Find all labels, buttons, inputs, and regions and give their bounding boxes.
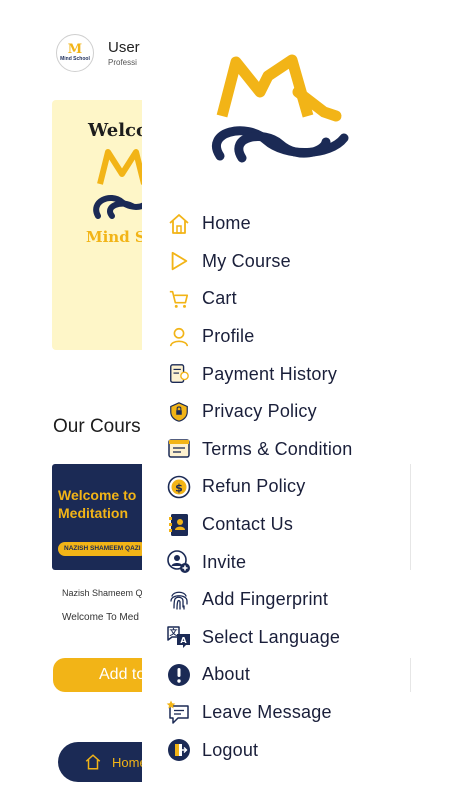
play-icon	[166, 248, 192, 274]
contact-book-icon	[166, 512, 192, 538]
course-card-title: Welcome to Meditation	[58, 486, 136, 522]
menu-item-home[interactable]: Home	[166, 205, 352, 243]
svg-text:A: A	[180, 636, 187, 645]
menu-item-label: Terms & Condition	[202, 438, 353, 459]
menu-item-label: Profile	[202, 326, 255, 347]
logout-icon	[166, 737, 192, 763]
user-role: Professi	[108, 58, 137, 67]
svg-text:$: $	[175, 481, 183, 494]
menu-item-label: Select Language	[202, 626, 341, 647]
course-card-badge: NAZISH SHAMEEM QAZI	[58, 542, 147, 556]
menu-item-label: Cart	[202, 288, 237, 309]
menu-item-terms[interactable]: Terms & Condition	[166, 431, 352, 469]
menu-item-refund-policy[interactable]: $ Refun Policy	[166, 468, 352, 506]
menu-item-about[interactable]: About	[166, 656, 352, 694]
course-name: Welcome To Med	[62, 612, 139, 623]
menu-item-label: Invite	[202, 551, 247, 572]
refund-icon: $	[166, 474, 192, 500]
courses-heading: Our Cours	[53, 416, 141, 437]
language-icon: 文A	[166, 624, 192, 650]
shield-icon	[166, 399, 192, 425]
invite-user-icon	[166, 549, 192, 575]
user-info: User Professi	[108, 39, 140, 67]
hero-caption: Mind S	[86, 228, 146, 246]
fingerprint-icon	[166, 587, 192, 613]
message-icon	[166, 700, 192, 726]
mind-school-logo-icon	[212, 54, 349, 163]
app-header: M Mind School User Professi	[56, 34, 140, 72]
menu-item-label: My Course	[202, 250, 291, 271]
menu-item-my-course[interactable]: My Course	[166, 243, 352, 281]
menu-item-privacy-policy[interactable]: Privacy Policy	[166, 393, 352, 431]
home-icon	[85, 754, 101, 770]
menu-item-label: Privacy Policy	[202, 401, 317, 422]
menu-item-invite[interactable]: Invite	[166, 543, 352, 581]
course-card-title-line2: Meditation	[58, 505, 128, 521]
menu-item-label: Leave Message	[202, 702, 332, 723]
course-card[interactable]: Welcome to Meditation NAZISH SHAMEEM QAZ…	[52, 464, 152, 570]
info-icon	[166, 662, 192, 688]
user-icon	[166, 324, 192, 350]
menu-item-cart[interactable]: Cart	[166, 280, 352, 318]
course-author: Nazish Shameem Qa	[62, 588, 148, 598]
menu-item-contact-us[interactable]: Contact Us	[166, 506, 352, 544]
document-icon	[166, 436, 192, 462]
avatar-logo-mark: M	[67, 42, 83, 57]
hero-title: Welco	[88, 120, 149, 141]
menu-item-label: Home	[202, 213, 251, 234]
menu-item-label: Refun Policy	[202, 476, 306, 497]
menu-item-label: About	[202, 664, 251, 685]
home-icon	[166, 211, 192, 237]
menu-item-add-fingerprint[interactable]: Add Fingerprint	[166, 581, 352, 619]
menu-item-label: Add Fingerprint	[202, 589, 329, 610]
menu-item-profile[interactable]: Profile	[166, 318, 352, 356]
menu-item-payment-history[interactable]: Payment History	[166, 355, 352, 393]
cart-icon	[166, 286, 192, 312]
course-card-title-line1: Welcome to	[58, 487, 137, 503]
drawer-menu: Home My Course Cart Profile Payment Hist…	[166, 205, 352, 769]
menu-item-logout[interactable]: Logout	[166, 731, 352, 769]
avatar[interactable]: M Mind School	[56, 34, 94, 72]
user-name: User	[108, 39, 140, 56]
menu-item-select-language[interactable]: 文A Select Language	[166, 619, 352, 657]
avatar-logo-text: Mind School	[60, 56, 90, 62]
menu-item-label: Payment History	[202, 363, 338, 384]
payment-history-icon	[166, 361, 192, 387]
menu-item-leave-message[interactable]: Leave Message	[166, 694, 352, 732]
menu-item-label: Contact Us	[202, 514, 294, 535]
menu-item-label: Logout	[202, 739, 259, 760]
navigation-drawer: Home My Course Cart Profile Payment Hist…	[142, 0, 410, 800]
